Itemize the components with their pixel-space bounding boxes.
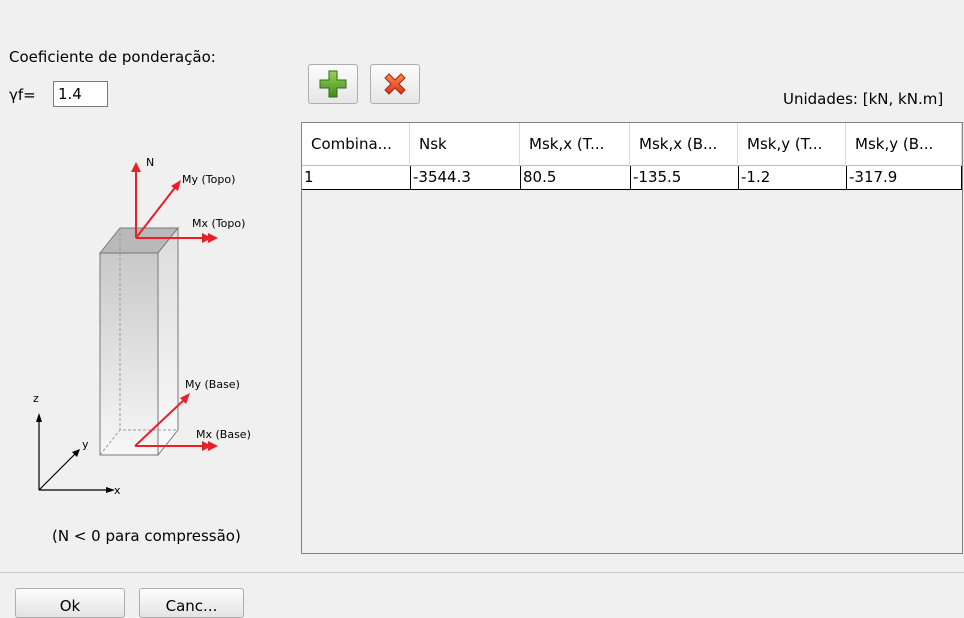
table-cell[interactable]: -317.9 — [846, 166, 962, 190]
z-axis-label: z — [33, 392, 39, 405]
delete-row-button[interactable] — [370, 64, 420, 104]
my-top-label: My (Topo) — [182, 173, 235, 186]
table-cell[interactable]: -135.5 — [630, 166, 738, 190]
mx-top-label: Mx (Topo) — [192, 217, 245, 230]
table-row[interactable]: 1 -3544.3 80.5 -135.5 -1.2 -317.9 — [302, 166, 962, 190]
column-header[interactable]: Msk,y (B... — [846, 123, 962, 166]
cancel-button[interactable]: Canc... — [139, 588, 244, 618]
column-header[interactable]: Combina... — [302, 123, 410, 166]
column-diagram: N My (Topo) Mx (Topo) My (Base) Mx (Base… — [33, 156, 251, 497]
table-header: Combina... Nsk Msk,x (T... Msk,x (B... M… — [302, 123, 962, 166]
gamma-label: γf= — [9, 86, 36, 104]
column-header[interactable]: Msk,x (B... — [630, 123, 738, 166]
mx-base-label: Mx (Base) — [196, 428, 251, 441]
y-axis-label: y — [82, 438, 89, 451]
x-axis-label: x — [114, 484, 121, 497]
table-cell[interactable]: 80.5 — [520, 166, 630, 190]
combinations-table[interactable]: Combina... Nsk Msk,x (T... Msk,x (B... M… — [301, 122, 963, 554]
coefficient-label: Coeficiente de ponderação: — [9, 48, 216, 66]
column-header[interactable]: Msk,y (T... — [738, 123, 846, 166]
column-header[interactable]: Nsk — [410, 123, 520, 166]
compression-note: (N < 0 para compressão) — [52, 527, 241, 545]
units-label: Unidades: [kN, kN.m] — [783, 90, 944, 108]
n-label: N — [146, 156, 154, 169]
table-cell[interactable]: -1.2 — [738, 166, 846, 190]
add-row-button[interactable] — [308, 64, 358, 104]
footer-divider — [0, 572, 964, 573]
my-base-label: My (Base) — [185, 378, 240, 391]
table-cell[interactable]: 1 — [302, 166, 410, 190]
ok-button[interactable]: Ok — [15, 588, 125, 618]
plus-icon — [319, 70, 347, 98]
table-cell[interactable]: -3544.3 — [410, 166, 520, 190]
column-front-face — [99, 252, 159, 456]
gamma-input[interactable] — [53, 81, 108, 107]
x-icon — [384, 73, 406, 95]
column-header[interactable]: Msk,x (T... — [520, 123, 630, 166]
